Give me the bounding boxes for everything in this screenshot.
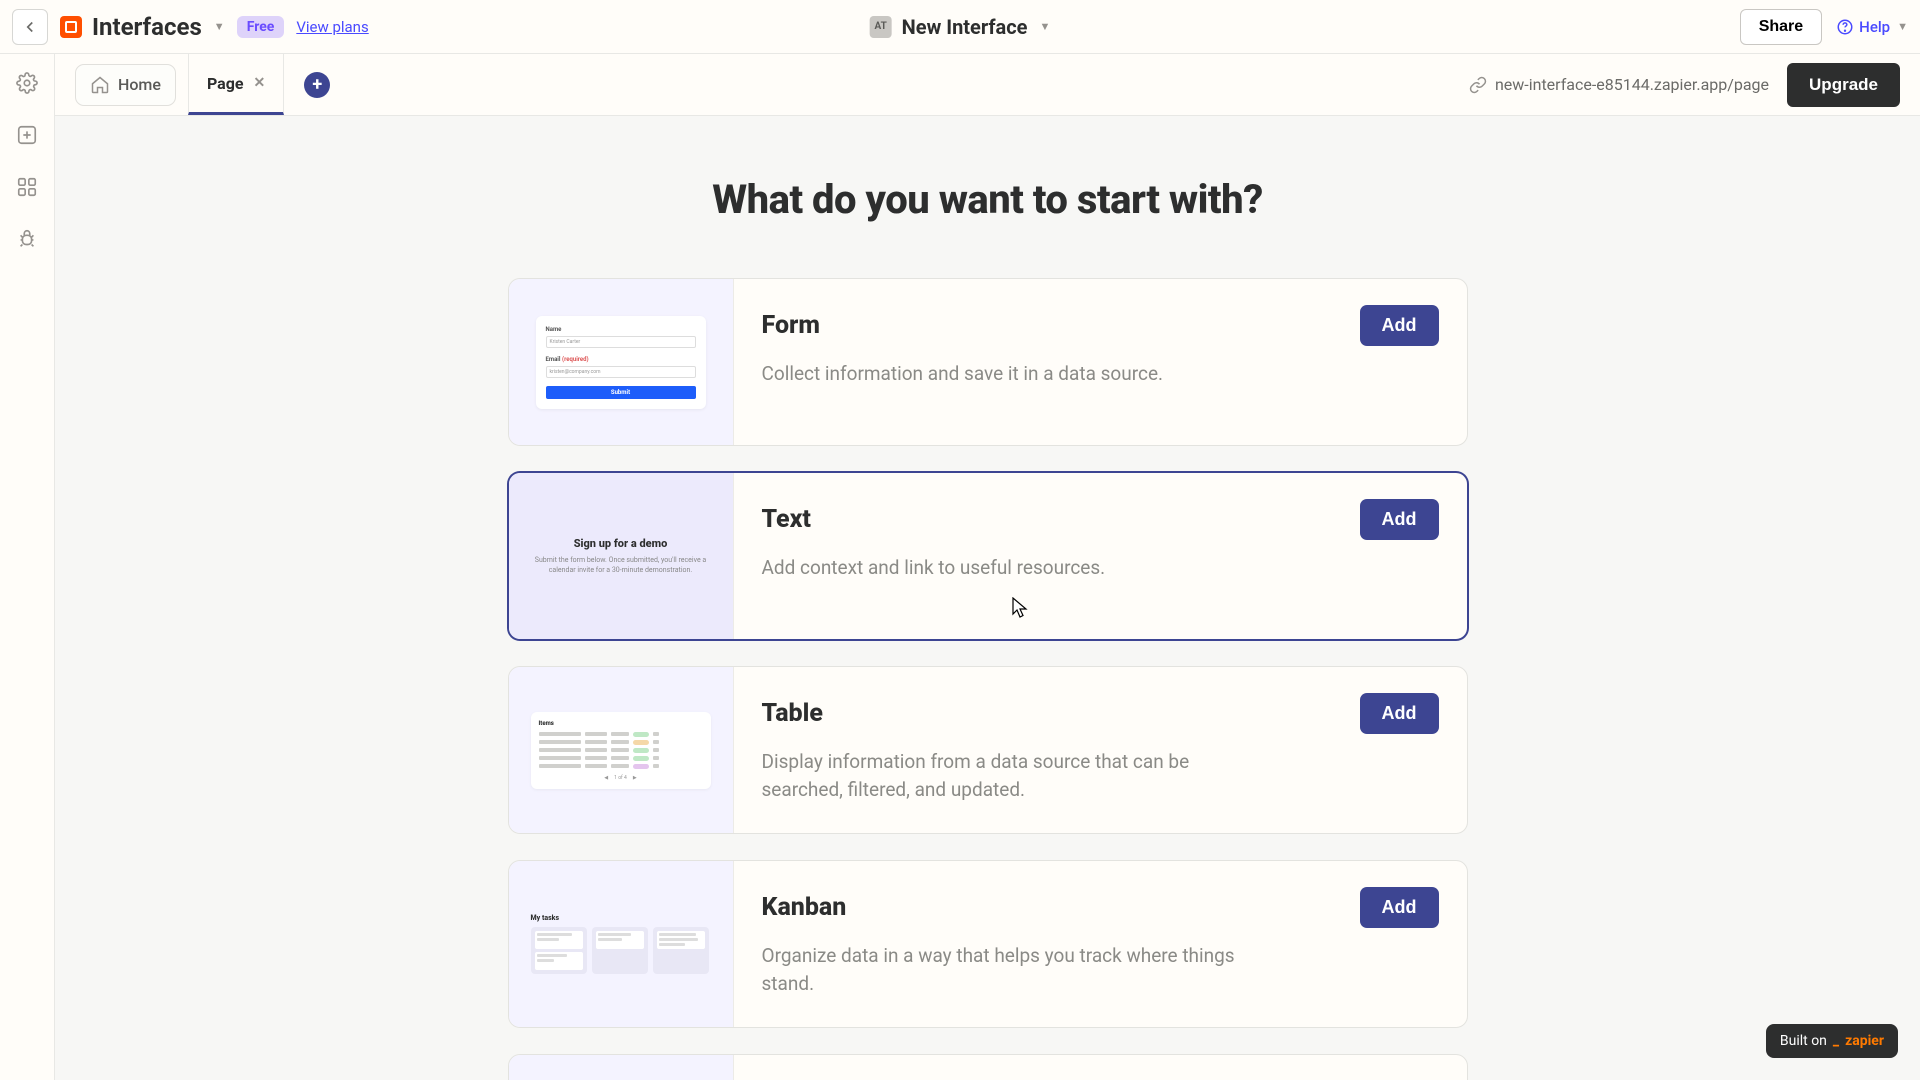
- thumb-form: Name Kristen Carter Email (required) kri…: [509, 279, 734, 445]
- add-page-icon[interactable]: [16, 124, 38, 146]
- app-brand[interactable]: Interfaces ▼: [60, 13, 225, 41]
- chevron-down-icon: ▼: [1897, 20, 1908, 33]
- underscore-icon: _: [1833, 1033, 1839, 1049]
- debug-icon[interactable]: [16, 228, 38, 250]
- card-title: Kanban: [762, 893, 847, 922]
- card-desc: Add context and link to useful resources…: [762, 554, 1242, 582]
- component-card-text[interactable]: Sign up for a demo Submit the form below…: [508, 472, 1468, 640]
- thumb-text: Sign up for a demo Submit the form below…: [509, 473, 734, 639]
- home-tab[interactable]: Home: [75, 64, 176, 106]
- upgrade-button[interactable]: Upgrade: [1787, 63, 1900, 107]
- card-desc: Display information from a data source t…: [762, 748, 1242, 803]
- tab-bar: Home Page ✕ + new-interface-e85144.zapie…: [55, 54, 1920, 116]
- plan-badge: Free: [237, 16, 285, 38]
- canvas: What do you want to start with? Name Kri…: [55, 116, 1920, 1080]
- chevron-down-icon: ▼: [214, 20, 225, 33]
- add-tab-button[interactable]: +: [304, 72, 330, 98]
- back-button[interactable]: [12, 9, 48, 45]
- card-title: Form: [762, 311, 820, 340]
- close-icon[interactable]: ✕: [254, 75, 266, 91]
- help-link[interactable]: Help ▼: [1836, 18, 1908, 36]
- arrow-left-icon: [21, 18, 39, 36]
- link-icon: [1469, 76, 1487, 94]
- add-button[interactable]: Add: [1360, 499, 1439, 540]
- card-desc: Collect information and save it in a dat…: [762, 360, 1242, 388]
- help-label: Help: [1859, 18, 1890, 36]
- tab-label: Page: [207, 74, 244, 93]
- avatar: AT: [870, 16, 892, 38]
- interface-name: New Interface: [902, 15, 1028, 39]
- components-icon[interactable]: [16, 176, 38, 198]
- card-desc: Organize data in a way that helps you tr…: [762, 942, 1242, 997]
- thumb-chatbot: CompanyBot: [509, 1055, 734, 1080]
- component-card-form[interactable]: Name Kristen Carter Email (required) kri…: [508, 278, 1468, 446]
- zapier-logo-icon: [60, 16, 82, 38]
- interface-title-dropdown[interactable]: AT New Interface ▼: [870, 15, 1051, 39]
- thumb-table: Items ◀1 of 4▶: [509, 667, 734, 833]
- settings-icon[interactable]: [16, 72, 38, 94]
- add-button[interactable]: Add: [1360, 305, 1439, 346]
- thumb-kanban: My tasks: [509, 861, 734, 1027]
- home-label: Home: [118, 75, 161, 94]
- tab-page[interactable]: Page ✕: [188, 54, 284, 115]
- url-text: new-interface-e85144.zapier.app/page: [1495, 75, 1769, 94]
- top-bar: Interfaces ▼ Free View plans AT New Inte…: [0, 0, 1920, 54]
- card-title: Table: [762, 699, 823, 728]
- component-card-chatbot[interactable]: CompanyBot Chatbot Add: [508, 1054, 1468, 1080]
- share-button[interactable]: Share: [1740, 9, 1822, 45]
- left-rail: [0, 54, 55, 1080]
- badge-prefix: Built on: [1780, 1033, 1827, 1049]
- badge-brand: zapier: [1845, 1033, 1884, 1049]
- page-url[interactable]: new-interface-e85144.zapier.app/page: [1469, 75, 1769, 94]
- page-headline: What do you want to start with?: [508, 176, 1468, 223]
- chevron-down-icon: ▼: [1039, 20, 1050, 33]
- help-icon: [1836, 18, 1854, 36]
- app-name: Interfaces: [92, 13, 202, 41]
- card-title: Text: [762, 505, 811, 534]
- component-card-kanban[interactable]: My tasks Kanban Add Organize data in a w…: [508, 860, 1468, 1028]
- built-on-badge[interactable]: Built on _ zapier: [1766, 1024, 1898, 1058]
- home-icon: [90, 75, 110, 95]
- add-button[interactable]: Add: [1360, 693, 1439, 734]
- view-plans-link[interactable]: View plans: [296, 18, 368, 36]
- add-button[interactable]: Add: [1360, 887, 1439, 928]
- component-card-table[interactable]: Items ◀1 of 4▶ Table Add Display informa…: [508, 666, 1468, 834]
